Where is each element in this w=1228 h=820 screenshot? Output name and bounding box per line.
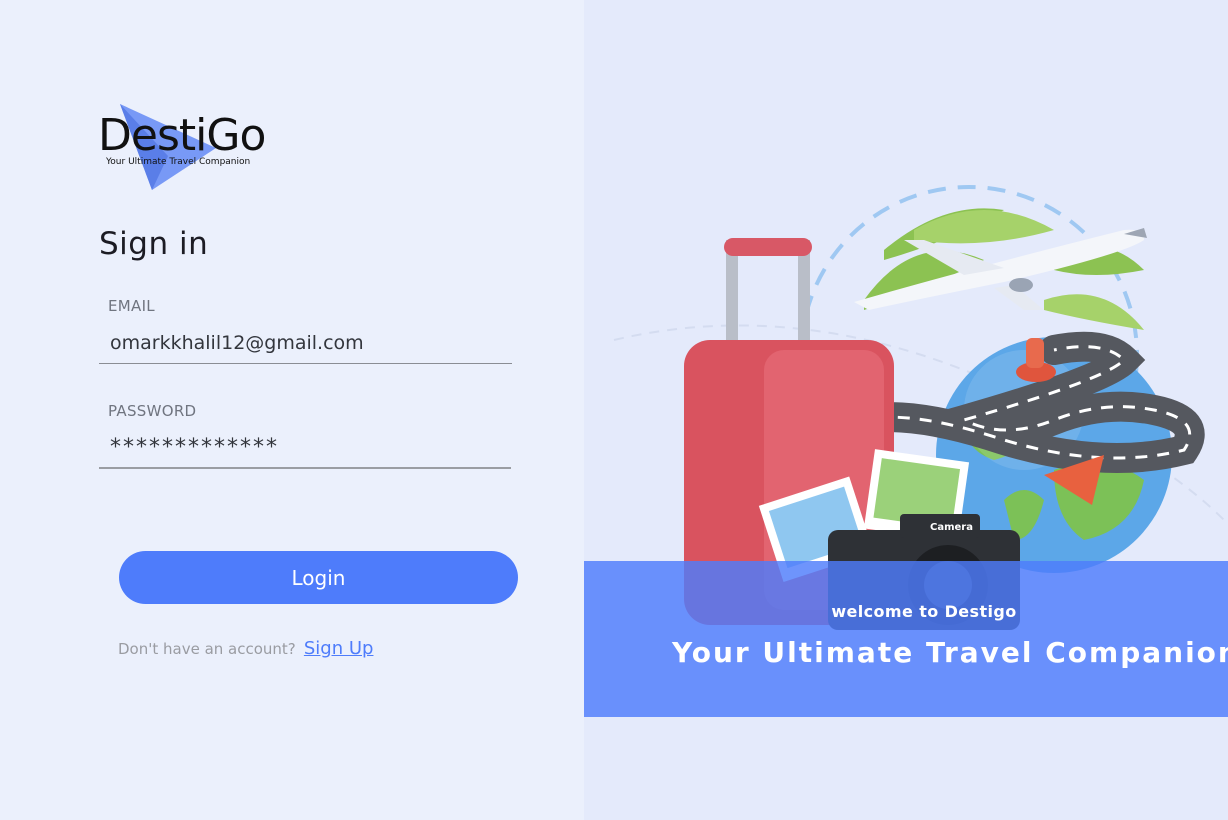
camera-label: Camera xyxy=(930,522,973,533)
brand-logo: DestiGo Your Ultimate Travel Companion xyxy=(96,100,266,192)
signup-prompt: Don't have an account? xyxy=(118,640,296,658)
login-button[interactable]: Login xyxy=(119,551,518,604)
hero-welcome: welcome to Destigo xyxy=(831,602,1017,621)
signup-row: Don't have an account? Sign Up xyxy=(118,638,373,659)
password-field[interactable] xyxy=(99,427,511,469)
sign-in-panel: DestiGo Your Ultimate Travel Companion S… xyxy=(0,0,584,820)
sign-up-link[interactable]: Sign Up xyxy=(304,638,374,659)
hero-tagline: Your Ultimate Travel Companion xyxy=(672,636,1228,669)
hero-panel: Camera welcome to Destigo Your Ultimate … xyxy=(584,0,1228,820)
brand-name: DestiGo xyxy=(98,110,266,161)
password-label: PASSWORD xyxy=(108,402,197,420)
brand-tagline: Your Ultimate Travel Companion xyxy=(106,157,251,167)
email-label: EMAIL xyxy=(108,297,155,315)
email-field[interactable] xyxy=(99,322,512,364)
page-title: Sign in xyxy=(99,226,209,262)
